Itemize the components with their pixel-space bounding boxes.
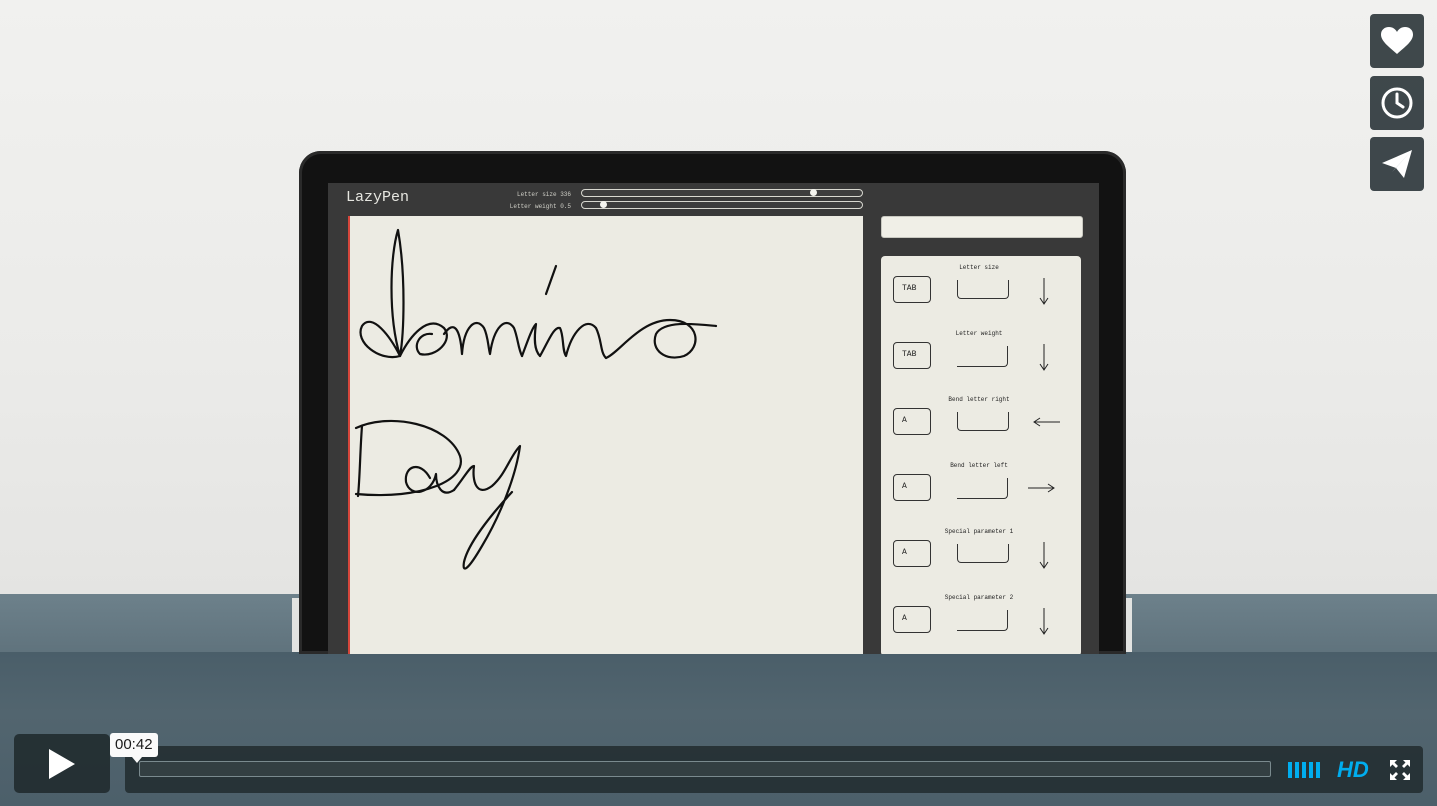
handwriting-drawing: [354, 228, 718, 570]
shortcut-title: Bend letter right: [948, 396, 1010, 403]
hd-toggle[interactable]: HD: [1337, 757, 1369, 783]
shortcut-title: Bend letter left: [950, 462, 1008, 469]
shortcut-title: Letter size: [959, 264, 999, 271]
gesture-shape: [957, 280, 1009, 299]
gesture-shape: [957, 610, 1008, 631]
play-icon: [49, 748, 75, 779]
slider-label-letter-weight: Letter weight 0.5: [509, 203, 571, 210]
slider-thumb[interactable]: [810, 189, 818, 196]
stroke-d: [359, 228, 405, 359]
shortcut-title: Special parameter 1: [944, 528, 1014, 535]
shortcut-item[interactable]: Letter weight TAB: [881, 330, 1081, 390]
shortcut-item[interactable]: Special parameter 2 A: [881, 594, 1081, 654]
like-button[interactable]: [1370, 14, 1424, 68]
gesture-shape: [957, 478, 1008, 499]
key-cap: A: [893, 540, 931, 567]
gesture-shape: [957, 412, 1009, 431]
shortcut-item[interactable]: Bend letter left A: [881, 462, 1081, 522]
key-cap: A: [893, 474, 931, 501]
laptop-screen: LazyPen Letter size 336 Letter weight 0.…: [328, 183, 1099, 654]
key-cap: A: [893, 408, 931, 435]
shortcut-panel: Letter size TAB Letter weight TAB Bend l…: [881, 256, 1081, 654]
stroke-o2: [604, 318, 718, 360]
heart-icon: [1381, 27, 1413, 54]
volume-bars-icon[interactable]: [1287, 760, 1323, 780]
key-cap: A: [893, 606, 931, 633]
watch-later-button[interactable]: [1370, 76, 1424, 130]
shortcut-title: Letter weight: [955, 330, 1003, 337]
slider-letter-weight[interactable]: [581, 201, 863, 209]
app-title: LazyPen: [346, 189, 410, 206]
slider-letter-size[interactable]: [581, 189, 863, 197]
progress-bar[interactable]: [139, 761, 1271, 777]
slider-label-letter-size: Letter size 336: [516, 191, 571, 198]
gesture-shape: [957, 346, 1008, 367]
fullscreen-icon[interactable]: [1389, 759, 1411, 781]
stroke-n: [538, 322, 608, 360]
arrow-down-icon: [1039, 278, 1049, 305]
stroke-i-dot: [544, 264, 558, 296]
stroke-i: [520, 322, 542, 358]
key-cap: TAB: [893, 276, 931, 303]
stroke-y: [452, 444, 522, 570]
drawing-canvas[interactable]: [348, 216, 863, 654]
shortcut-item[interactable]: Letter size TAB: [881, 264, 1081, 324]
shortcut-title: Special parameter 2: [944, 594, 1014, 601]
share-button[interactable]: [1370, 137, 1424, 191]
paper-plane-icon: [1382, 150, 1412, 178]
arrow-down-icon: [1039, 344, 1049, 371]
arrow-down-icon: [1039, 608, 1049, 635]
key-cap: TAB: [893, 342, 931, 369]
arrow-down-icon: [1039, 542, 1049, 569]
slider-thumb[interactable]: [600, 201, 608, 208]
current-time: 00:42: [110, 733, 158, 763]
arrow-left-icon: [1033, 417, 1060, 427]
search-input[interactable]: [881, 216, 1083, 238]
play-button[interactable]: [14, 734, 110, 793]
control-bar: HD: [125, 746, 1423, 793]
clock-icon: [1381, 87, 1413, 119]
stroke-m: [442, 321, 524, 358]
gesture-shape: [957, 544, 1009, 563]
shortcut-item[interactable]: Bend letter right A: [881, 396, 1081, 456]
shortcut-item[interactable]: Special parameter 1 A: [881, 528, 1081, 588]
stroke-D: [354, 419, 462, 498]
arrow-right-icon: [1028, 483, 1055, 493]
stroke-o: [398, 322, 448, 358]
